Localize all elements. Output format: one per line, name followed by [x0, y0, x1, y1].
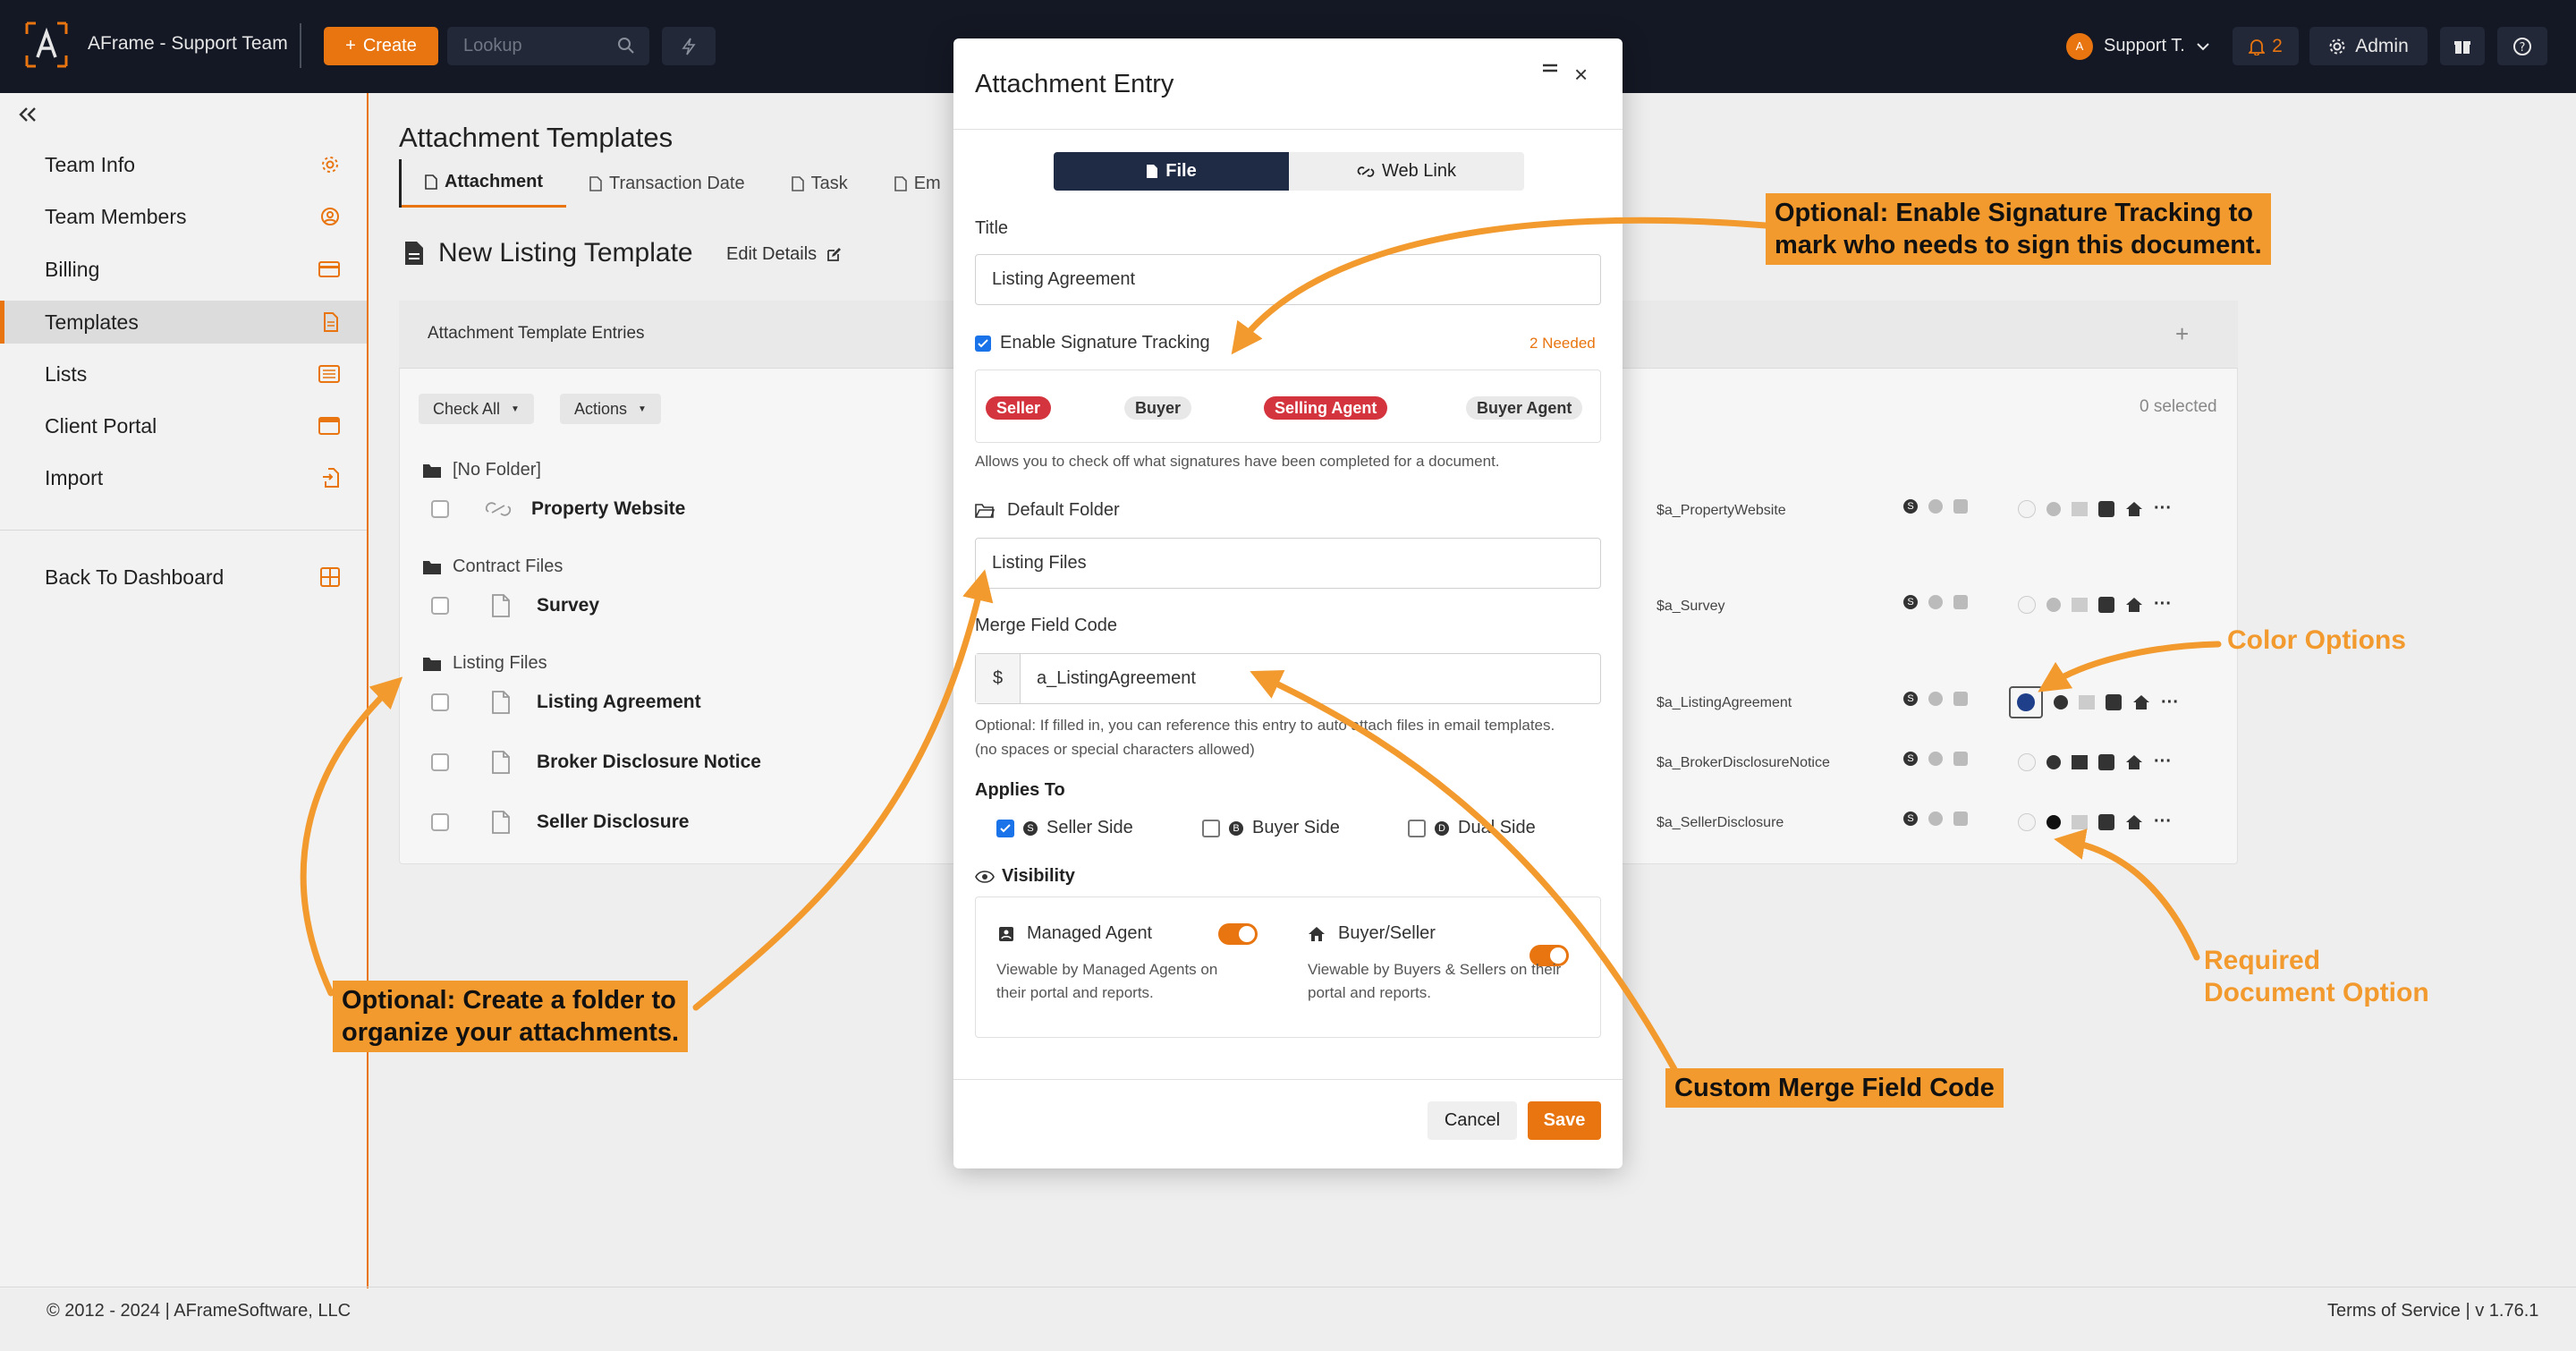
callout-line: Custom Merge Field Code [1674, 1074, 1995, 1102]
callout-line: mark who needs to sign this document. [1775, 231, 2262, 259]
callout-folder: Optional: Create a folder to organize yo… [333, 981, 689, 1052]
callout-line: Document Option [2204, 978, 2429, 1007]
callout-line: Required [2204, 946, 2321, 975]
callout-line: Optional: Create a folder to [342, 986, 676, 1015]
callout-merge-field: Custom Merge Field Code [1665, 1068, 2004, 1108]
callout-line: organize your attachments. [342, 1018, 680, 1047]
callout-required-document: Required Document Option [2204, 945, 2429, 1009]
callout-signature-tracking: Optional: Enable Signature Tracking to m… [1766, 193, 2271, 265]
callout-line: Optional: Enable Signature Tracking to [1775, 199, 2253, 227]
callout-color-options: Color Options [2227, 625, 2406, 655]
